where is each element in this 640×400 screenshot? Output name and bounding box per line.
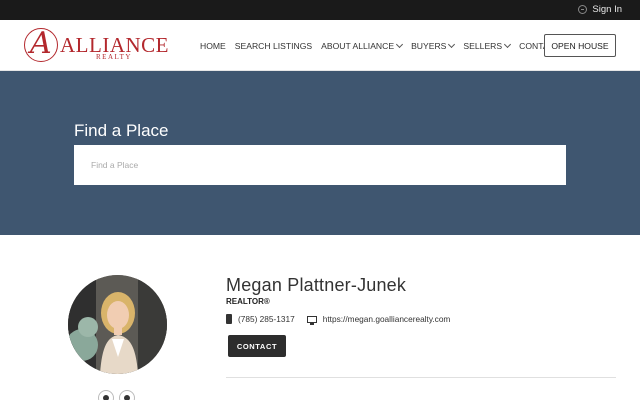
agent-website-link[interactable]: https://megan.goalliancerealty.com bbox=[323, 314, 451, 324]
phone-icon bbox=[226, 314, 232, 324]
facebook-icon bbox=[103, 395, 109, 400]
nav-about-alliance-label: ABOUT ALLIANCE bbox=[321, 40, 395, 51]
instagram-link[interactable] bbox=[119, 390, 135, 400]
nav-search-listings-label: SEARCH LISTINGS bbox=[234, 40, 313, 51]
logo-sub: REALTY bbox=[96, 53, 132, 61]
main-nav: HOME SEARCH LISTINGS ABOUT ALLIANCE BUYE… bbox=[200, 20, 560, 71]
nav-home-label: HOME bbox=[200, 40, 226, 51]
chevron-down-icon bbox=[448, 40, 456, 48]
agent-photo bbox=[68, 275, 167, 374]
alliance-realty-logo[interactable]: A ALLIANCE REALTY bbox=[24, 26, 174, 64]
agent-name: Megan Plattner-Junek bbox=[226, 275, 407, 295]
agent-contact-row: (785) 285-1317 https://megan.goalliancer… bbox=[226, 314, 451, 325]
nav-buyers[interactable]: BUYERS bbox=[411, 40, 456, 51]
nav-sellers-label: SELLERS bbox=[463, 40, 503, 51]
logo-initial: A bbox=[30, 26, 52, 61]
agent-phone-link[interactable]: (785) 285-1317 bbox=[238, 314, 295, 324]
nav-sellers[interactable]: SELLERS bbox=[463, 40, 512, 51]
sign-in-label: Sign In bbox=[592, 4, 622, 15]
top-bar: Sign In bbox=[0, 0, 640, 20]
open-house-button[interactable]: OPEN HOUSE bbox=[544, 34, 616, 57]
nav-buyers-label: BUYERS bbox=[411, 40, 447, 51]
monitor-icon bbox=[306, 315, 317, 325]
facebook-link[interactable] bbox=[98, 390, 114, 400]
nav-search-listings[interactable]: SEARCH LISTINGS bbox=[235, 41, 312, 51]
hero-title: Find a Place bbox=[74, 121, 169, 140]
agent-role: REALTOR® bbox=[226, 297, 270, 306]
find-place-input[interactable] bbox=[74, 145, 566, 185]
instagram-icon bbox=[124, 395, 130, 400]
chevron-down-icon bbox=[504, 40, 512, 48]
nav-home[interactable]: HOME bbox=[200, 41, 226, 51]
agent-avatar bbox=[68, 275, 167, 374]
profile-divider bbox=[226, 377, 616, 378]
nav-about-alliance[interactable]: ABOUT ALLIANCE bbox=[321, 40, 404, 51]
chevron-down-icon bbox=[396, 40, 404, 48]
contact-agent-button[interactable]: CONTACT bbox=[228, 335, 286, 357]
sign-in-link[interactable]: Sign In bbox=[578, 4, 622, 15]
sign-in-icon bbox=[578, 5, 588, 14]
site-header: A ALLIANCE REALTY HOME SEARCH LISTINGS A… bbox=[0, 20, 640, 71]
hero-search-section: Find a Place bbox=[0, 71, 640, 235]
